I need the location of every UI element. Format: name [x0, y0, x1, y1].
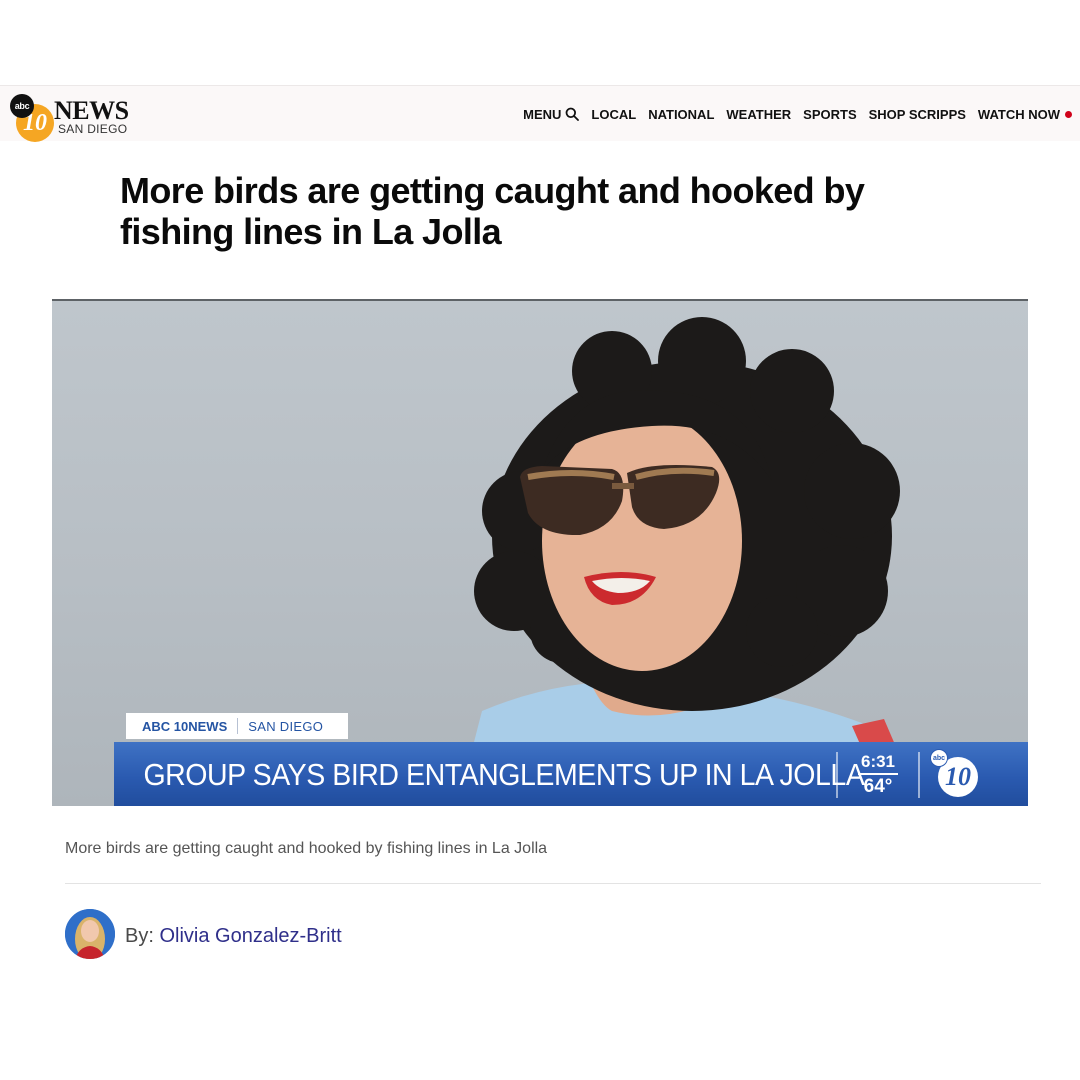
watch-now-link[interactable]: WATCH NOW [978, 107, 1072, 122]
main-nav: MENU LOCAL NATIONAL WEATHER SPORTS SHOP … [523, 86, 1072, 142]
byline: By: Olivia Gonzalez-Britt [125, 925, 342, 948]
station-logo-icon: 10 abc [928, 745, 988, 805]
logo-subword: SAN DIEGO [58, 122, 128, 136]
video-caption: More birds are getting caught and hooked… [65, 840, 548, 857]
site-header: 10 abc NEWS SAN DIEGO MENU LOCAL NATIONA… [0, 85, 1080, 142]
author-avatar[interactable] [65, 909, 115, 959]
logo-wordmark: NEWS [54, 96, 129, 125]
lower-third-label: ABC 10NEWS SAN DIEGO [126, 713, 348, 739]
nav-item-sports[interactable]: SPORTS [803, 107, 856, 122]
lower-third-brand: ABC 10NEWS [142, 718, 228, 734]
watch-now-label: WATCH NOW [977, 106, 1060, 122]
video-player[interactable]: ABC 10NEWS SAN DIEGO GROUP SAYS BIRD ENT… [52, 299, 1028, 806]
site-logo[interactable]: 10 abc NEWS SAN DIEGO [10, 90, 140, 142]
lower-third-headline: GROUP SAYS BIRD ENTANGLEMENTS UP IN LA J… [143, 757, 865, 792]
station-abc-mark: abc [930, 749, 948, 767]
nav-item-weather[interactable]: WEATHER [726, 107, 791, 122]
menu-label: MENU [523, 106, 562, 122]
nav-item-shop-scripps[interactable]: SHOP SCRIPPS [869, 107, 966, 122]
lower-third-city: SAN DIEGO [248, 718, 324, 734]
search-icon [566, 107, 580, 121]
lower-third-divider-2 [918, 752, 920, 798]
lower-third-bar: GROUP SAYS BIRD ENTANGLEMENTS UP IN LA J… [114, 742, 1028, 806]
abc-logo-icon: abc [10, 94, 34, 118]
caption-divider [65, 883, 1041, 884]
author-link[interactable]: Olivia Gonzalez-Britt [159, 925, 341, 947]
nav-item-national[interactable]: NATIONAL [648, 107, 714, 122]
nav-item-local[interactable]: LOCAL [591, 107, 636, 122]
article-headline: More birds are getting caught and hooked… [120, 170, 865, 252]
byline-prefix: By: [125, 925, 160, 947]
menu-button[interactable]: MENU [523, 106, 580, 122]
author-photo-icon [65, 909, 115, 959]
live-dot-icon [1065, 110, 1072, 118]
